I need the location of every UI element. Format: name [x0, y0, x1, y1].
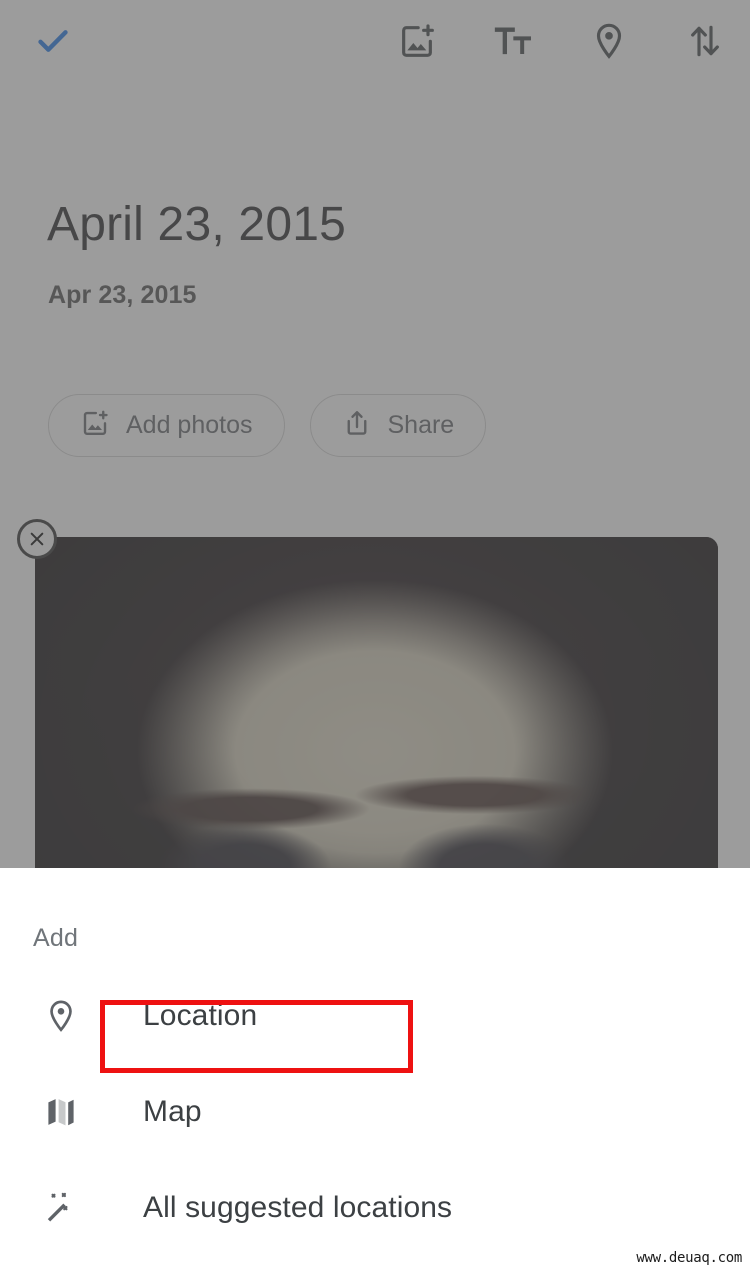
add-photo-icon [80, 408, 110, 443]
memory-subtitle: Apr 23, 2015 [48, 281, 197, 309]
location-icon[interactable] [586, 18, 632, 64]
sheet-item-map[interactable]: Map [0, 1064, 750, 1160]
map-icon [28, 1094, 94, 1130]
close-circle-icon[interactable] [17, 519, 57, 559]
sheet-item-location-label: Location [143, 999, 258, 1032]
photo-vignette [35, 537, 718, 880]
watermark: www.deuaq.com [636, 1250, 742, 1266]
add-photos-button[interactable]: Add photos [48, 394, 285, 457]
location-pin-icon [28, 998, 94, 1034]
sheet-item-list: Location Map All suggested locations [0, 968, 750, 1256]
share-icon [342, 408, 372, 443]
sheet-item-all-suggested-locations[interactable]: All suggested locations [0, 1160, 750, 1256]
share-label: Share [387, 411, 455, 439]
memory-editor-background: April 23, 2015 Apr 23, 2015 Add photos S… [0, 0, 750, 880]
add-photos-label: Add photos [126, 411, 253, 439]
sheet-item-location[interactable]: Location [0, 968, 750, 1064]
top-toolbar [0, 0, 750, 82]
text-format-icon[interactable] [490, 18, 536, 64]
toolbar-right-group [394, 18, 728, 64]
photo-thumbnail[interactable] [35, 537, 718, 880]
memory-title: April 23, 2015 [47, 198, 347, 251]
sort-icon[interactable] [682, 18, 728, 64]
magic-wand-icon [28, 1190, 94, 1226]
sheet-title: Add [33, 924, 79, 952]
check-icon[interactable] [30, 18, 76, 64]
toolbar-left-group [30, 18, 76, 64]
sheet-item-all-suggested-locations-label: All suggested locations [143, 1191, 453, 1224]
share-button[interactable]: Share [309, 394, 487, 457]
add-photo-icon[interactable] [394, 18, 440, 64]
app-root: April 23, 2015 Apr 23, 2015 Add photos S… [0, 0, 750, 1278]
add-bottom-sheet: Add Location Map All suggested locations [0, 868, 750, 1278]
sheet-item-map-label: Map [143, 1095, 202, 1128]
memory-action-chips: Add photos Share [48, 394, 487, 457]
